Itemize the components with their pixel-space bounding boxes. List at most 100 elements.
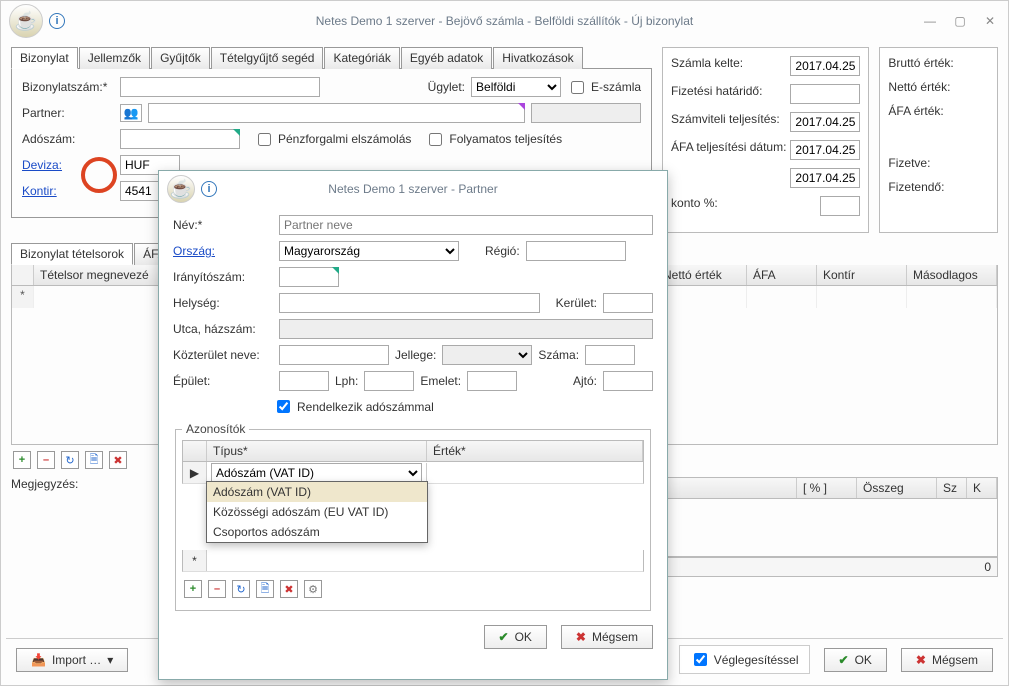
rendelkezik-checkbox[interactable] xyxy=(277,400,290,413)
nev-label: Név:* xyxy=(173,218,273,232)
orszag-link[interactable]: Ország: xyxy=(173,244,273,258)
utca-input[interactable] xyxy=(279,319,653,339)
afa-telj-input[interactable] xyxy=(790,140,860,160)
bizonylatszam-input[interactable] xyxy=(120,77,320,97)
add-row-icon[interactable] xyxy=(13,451,31,469)
eszamla-label: E-számla xyxy=(591,80,641,94)
az-copy-icon[interactable] xyxy=(256,580,274,598)
epulet-input[interactable] xyxy=(279,371,329,391)
kontir-link[interactable]: Kontir: xyxy=(22,184,114,198)
irsz-label: Irányítószám: xyxy=(173,270,273,284)
col-kontir[interactable]: Kontír xyxy=(817,265,907,285)
cancel-button[interactable]: ✖Mégsem xyxy=(901,648,993,672)
dd-option-euvat[interactable]: Közösségi adószám (EU VAT ID) xyxy=(207,502,427,522)
col-masodlagos[interactable]: Másodlagos xyxy=(907,265,997,285)
close-button[interactable]: ✕ xyxy=(980,11,1000,31)
veglegesitessel-checkbox[interactable] xyxy=(694,653,707,666)
az-refresh-icon[interactable] xyxy=(232,580,250,598)
window-title: Netes Demo 1 szerver - Bejövő számla - B… xyxy=(1,14,1008,28)
dd-option-vat[interactable]: Adószám (VAT ID) xyxy=(207,482,427,502)
tab-bizonylat[interactable]: Bizonylat xyxy=(11,47,78,69)
clear-icon[interactable] xyxy=(109,451,127,469)
skonto-input[interactable] xyxy=(820,196,860,216)
jellege-label: Jellege: xyxy=(395,348,436,362)
szama-input[interactable] xyxy=(585,345,635,365)
helyseg-input[interactable] xyxy=(279,293,540,313)
tab-gyujtok[interactable]: Gyűjtők xyxy=(151,47,210,69)
modal-info-icon[interactable]: i xyxy=(201,181,217,197)
penzforgalmi-label: Pénzforgalmi elszámolás xyxy=(278,132,411,146)
irsz-input[interactable] xyxy=(279,267,339,287)
kozterulet-input[interactable] xyxy=(279,345,389,365)
col-afa[interactable]: ÁFA xyxy=(747,265,817,285)
lph-input[interactable] xyxy=(364,371,414,391)
col-percent[interactable]: [ % ] xyxy=(797,478,857,498)
regio-input[interactable] xyxy=(526,241,626,261)
az-row-current[interactable]: ▶ Adószám (VAT ID) Adószám (VAT ID) Közö… xyxy=(182,462,644,484)
info-icon[interactable]: i xyxy=(49,13,65,29)
extra-date-input[interactable] xyxy=(790,168,860,188)
import-button[interactable]: 📥 Import … ▾ xyxy=(16,648,128,672)
ugylet-select[interactable]: Belföldi xyxy=(471,77,561,97)
szamla-kelte-label: Számla kelte: xyxy=(671,56,743,76)
az-row-new[interactable]: * xyxy=(182,550,644,572)
folyamatos-label: Folyamatos teljesítés xyxy=(449,132,562,146)
partner-input[interactable] xyxy=(148,103,525,123)
col-netto[interactable]: Nettó érték xyxy=(657,265,747,285)
tipus-select[interactable]: Adószám (VAT ID) xyxy=(211,463,422,483)
tab-egyeb[interactable]: Egyéb adatok xyxy=(401,47,492,69)
kerulet-label: Kerület: xyxy=(556,296,597,310)
modal-title: Netes Demo 1 szerver - Partner xyxy=(159,182,667,196)
tab-jellemzok[interactable]: Jellemzők xyxy=(79,47,150,69)
brutto-label: Bruttó érték: xyxy=(888,56,989,70)
ugylet-label: Ügylet: xyxy=(428,80,465,94)
add-partner-icon[interactable] xyxy=(120,104,142,122)
az-clear-icon[interactable] xyxy=(280,580,298,598)
refresh-icon[interactable] xyxy=(61,451,79,469)
fizetve-label: Fizetve: xyxy=(888,156,989,170)
ajto-input[interactable] xyxy=(603,371,653,391)
emelet-input[interactable] xyxy=(467,371,517,391)
penzforgalmi-checkbox[interactable] xyxy=(258,133,271,146)
eszamla-checkbox[interactable] xyxy=(571,81,584,94)
delete-row-icon[interactable] xyxy=(37,451,55,469)
fiz-hatarido-input[interactable] xyxy=(790,84,860,104)
ok-button[interactable]: ✔OK xyxy=(824,648,887,672)
szama-label: Száma: xyxy=(538,348,579,362)
lph-label: Lph: xyxy=(335,374,358,388)
orszag-select[interactable]: Magyarország xyxy=(279,241,459,261)
jellege-select[interactable] xyxy=(442,345,532,365)
az-add-icon[interactable] xyxy=(184,580,202,598)
dd-option-csoportos[interactable]: Csoportos adószám xyxy=(207,522,427,542)
partner-code-input[interactable] xyxy=(531,103,641,123)
afa-label: ÁFA érték: xyxy=(888,104,989,118)
tab-kategoriak[interactable]: Kategóriák xyxy=(324,47,399,69)
copy-row-icon[interactable] xyxy=(85,451,103,469)
szamv-telj-input[interactable] xyxy=(790,112,860,132)
maximize-button[interactable]: ▢ xyxy=(950,11,970,31)
folyamatos-checkbox[interactable] xyxy=(429,133,442,146)
new-row-marker: * xyxy=(12,286,34,308)
afa-telj-label: ÁFA teljesítési dátum: xyxy=(671,140,786,160)
skonto-label: konto %: xyxy=(671,196,718,216)
epulet-label: Épület: xyxy=(173,374,273,388)
minimize-button[interactable]: — xyxy=(920,11,940,31)
col-sz[interactable]: Sz xyxy=(937,478,967,498)
tab-tetelsorok[interactable]: Bizonylat tételsorok xyxy=(11,243,133,265)
col-ertek[interactable]: Érték* xyxy=(427,441,643,461)
deviza-link[interactable]: Deviza: xyxy=(22,158,114,172)
kerulet-input[interactable] xyxy=(603,293,653,313)
adoszam-label: Adószám: xyxy=(22,132,114,146)
adoszam-input[interactable] xyxy=(120,129,240,149)
az-settings-icon[interactable] xyxy=(304,580,322,598)
col-tipus[interactable]: Típus* xyxy=(207,441,427,461)
az-del-icon[interactable] xyxy=(208,580,226,598)
szamla-kelte-input[interactable] xyxy=(790,56,860,76)
col-osszeg[interactable]: Összeg xyxy=(857,478,937,498)
nev-input[interactable] xyxy=(279,215,653,235)
col-k[interactable]: K xyxy=(967,478,997,498)
tab-tetelgyujto[interactable]: Tételgyűjtő segéd xyxy=(211,47,324,69)
modal-ok-button[interactable]: ✔OK xyxy=(484,625,547,649)
modal-cancel-button[interactable]: ✖Mégsem xyxy=(561,625,653,649)
tab-hivatkozasok[interactable]: Hivatkozások xyxy=(493,47,582,69)
